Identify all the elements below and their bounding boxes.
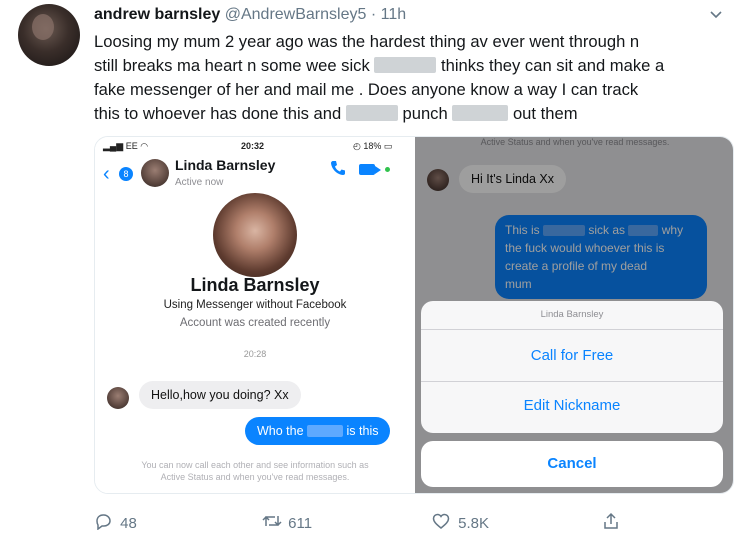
action-sheet: Linda Barnsley Call for Free Edit Nickna…	[421, 301, 723, 433]
contact-name[interactable]: Linda Barnsley	[175, 157, 275, 173]
chevron-down-icon[interactable]	[708, 6, 728, 26]
reply-icon	[94, 512, 116, 535]
share-icon	[602, 512, 624, 535]
tweet-line: Loosing my mum 2 year ago was the hardes…	[94, 32, 640, 51]
phone-icon[interactable]	[329, 159, 347, 182]
sheet-title: Linda Barnsley	[540, 309, 604, 320]
redaction	[307, 425, 344, 437]
tweet-time[interactable]: 11h	[381, 6, 407, 23]
messenger-profile-screenshot: ▂▄▆ EE ◠ 20:32 ◴ 18% ▭ ‹ 8 Linda Barnsle…	[95, 137, 415, 493]
tweet: andrew barnsley @AndrewBarnsley5 · 11h L…	[0, 0, 750, 548]
divider	[421, 381, 723, 382]
tweet-line: this to whoever has done this and punch …	[94, 104, 578, 123]
footer-note: You can now call each other and see info…	[141, 460, 369, 482]
call-for-free-button[interactable]: Call for Free	[421, 347, 723, 364]
redaction	[374, 57, 437, 73]
edit-nickname-button[interactable]: Edit Nickname	[421, 397, 723, 414]
profile-photo	[213, 193, 297, 277]
like-icon	[432, 512, 454, 535]
message-timestamp: 20:28	[243, 349, 267, 359]
messenger-chat-screenshot: Active Status and when you've read messa…	[415, 137, 733, 493]
author-handle[interactable]: @AndrewBarnsley5	[225, 6, 367, 23]
tweet-text: Loosing my mum 2 year ago was the hardes…	[94, 30, 734, 126]
like-button[interactable]: 5.8K	[432, 512, 489, 535]
back-icon[interactable]: ‹	[103, 163, 110, 186]
tweet-line: fake messenger of her and mail me . Does…	[94, 80, 639, 99]
status-battery: ◴ 18% ▭	[353, 141, 393, 151]
unread-badge: 8	[119, 167, 133, 181]
profile-subtitle-2: Account was created recently	[179, 317, 331, 329]
like-count: 5.8K	[458, 515, 490, 532]
reply-count: 48	[120, 515, 137, 532]
incoming-message: Hello,how you doing? Xx	[139, 381, 301, 409]
video-icon[interactable]	[359, 164, 381, 175]
tweet-media[interactable]: ▂▄▆ EE ◠ 20:32 ◴ 18% ▭ ‹ 8 Linda Barnsle…	[94, 136, 734, 494]
active-status: Active now	[175, 177, 224, 188]
reply-button[interactable]: 48	[94, 512, 137, 535]
tweet-header: andrew barnsley @AndrewBarnsley5 · 11h	[94, 6, 406, 24]
redaction	[345, 105, 398, 121]
retweet-icon	[262, 512, 284, 535]
retweet-button[interactable]: 611	[262, 512, 312, 535]
avatar[interactable]	[18, 4, 80, 66]
contact-avatar[interactable]	[141, 159, 169, 187]
author-name[interactable]: andrew barnsley	[94, 6, 220, 23]
outgoing-message: Who the is this	[245, 417, 391, 445]
divider	[421, 329, 723, 330]
share-button[interactable]	[602, 512, 624, 535]
profile-name: Linda Barnsley	[190, 275, 320, 295]
status-time: 20:32	[241, 141, 265, 151]
sender-avatar	[107, 387, 129, 409]
cancel-button[interactable]: Cancel	[421, 441, 723, 487]
separator: ·	[370, 6, 377, 23]
redaction	[452, 105, 509, 121]
retweet-count: 611	[288, 515, 313, 532]
status-carrier: ▂▄▆ EE ◠	[103, 141, 149, 151]
profile-subtitle: Using Messenger without Facebook	[163, 299, 347, 311]
online-dot-icon	[385, 167, 390, 172]
tweet-line: still breaks ma heart n some wee sick th…	[94, 56, 665, 75]
